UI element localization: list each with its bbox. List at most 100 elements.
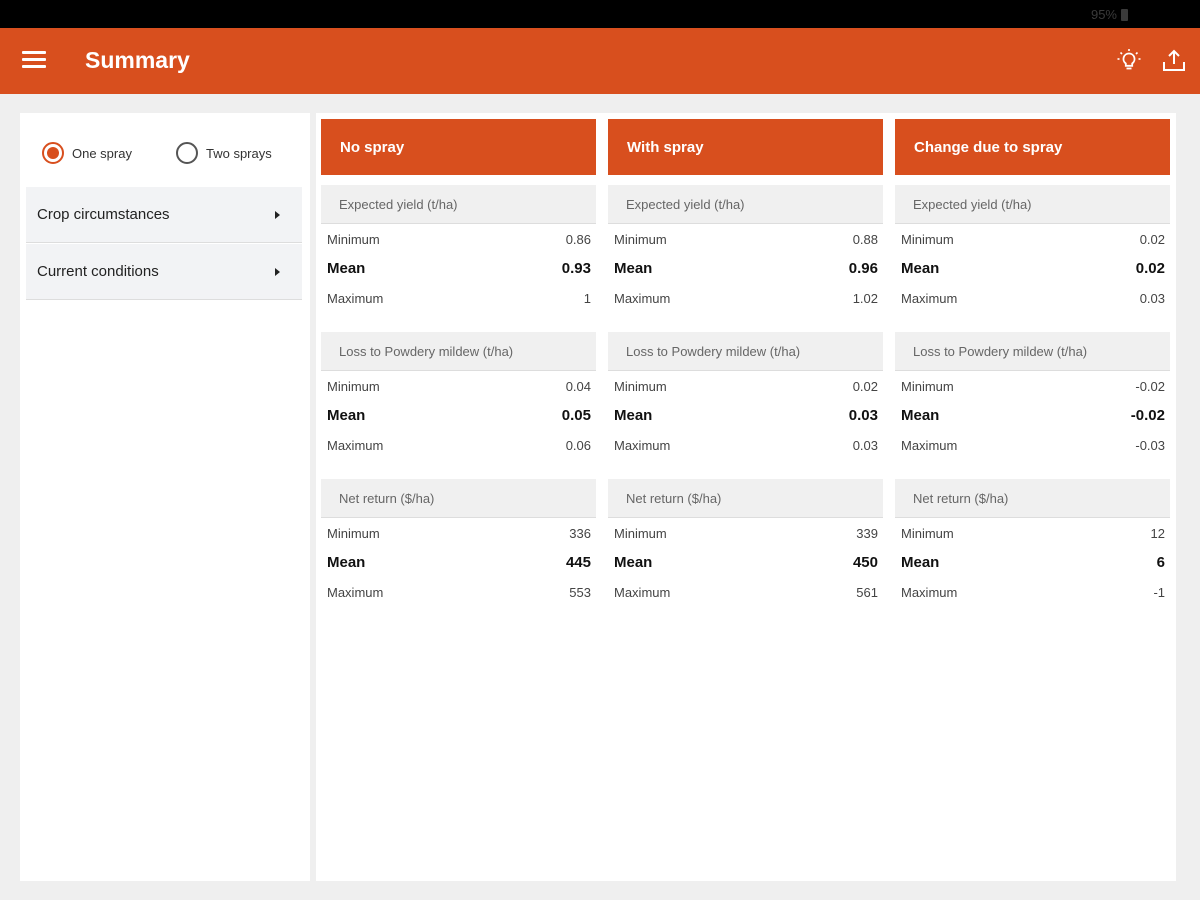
- one-spray-label: One spray: [72, 145, 132, 161]
- minimum-value: 339: [856, 525, 878, 541]
- maximum-label: Maximum: [327, 584, 384, 600]
- minimum-row: Minimum 0.88: [608, 224, 883, 254]
- mean-row: Mean 445: [321, 548, 596, 577]
- current-conditions-label: Current conditions: [37, 263, 159, 280]
- minimum-label: Minimum: [327, 231, 380, 247]
- maximum-row: Maximum 0.03: [608, 430, 883, 460]
- summary-panel: No spray Expected yield (t/ha) Minimum 0.…: [316, 113, 1176, 881]
- chevron-right-icon: [275, 210, 280, 219]
- chevron-right-icon: [275, 267, 280, 276]
- mean-value: 0.02: [1135, 260, 1165, 277]
- minimum-label: Minimum: [614, 231, 667, 247]
- maximum-value: -1: [1153, 584, 1165, 600]
- minimum-value: 0.04: [565, 378, 591, 394]
- mean-label: Mean: [327, 554, 366, 571]
- maximum-value: 0.03: [852, 437, 878, 453]
- expected-yield-section: Expected yield (t/ha) Minimum 0.86 Mean 0.…: [321, 185, 596, 313]
- maximum-row: Maximum 1.02: [608, 283, 883, 313]
- mean-row: Mean 0.02: [895, 254, 1170, 283]
- maximum-label: Maximum: [614, 290, 671, 306]
- minimum-label: Minimum: [327, 525, 380, 541]
- section-title: Net return ($/ha): [895, 479, 1170, 518]
- no-spray-column: No spray Expected yield (t/ha) Minimum 0.…: [321, 119, 596, 607]
- minimum-label: Minimum: [614, 525, 667, 541]
- one-spray-radio[interactable]: One spray: [42, 142, 132, 164]
- mean-value: 0.96: [848, 260, 878, 277]
- current-conditions-item[interactable]: Current conditions: [26, 244, 302, 300]
- maximum-value: 1: [583, 290, 591, 306]
- minimum-row: Minimum 0.04: [321, 371, 596, 401]
- minimum-value: 0.02: [852, 378, 878, 394]
- mean-label: Mean: [327, 260, 366, 277]
- mean-label: Mean: [614, 554, 653, 571]
- minimum-row: Minimum 339: [608, 518, 883, 548]
- mean-row: Mean -0.02: [895, 401, 1170, 430]
- minimum-value: 0.88: [852, 231, 878, 247]
- mean-label: Mean: [901, 260, 940, 277]
- mean-value: -0.02: [1130, 407, 1165, 424]
- spray-option-group: One spray Two sprays: [20, 113, 310, 193]
- maximum-row: Maximum 1: [321, 283, 596, 313]
- maximum-value: 553: [569, 584, 591, 600]
- section-title: Net return ($/ha): [608, 479, 883, 518]
- maximum-label: Maximum: [614, 584, 671, 600]
- crop-circumstances-item[interactable]: Crop circumstances: [26, 187, 302, 243]
- app-bar: Summary: [0, 28, 1200, 94]
- minimum-value: 336: [569, 525, 591, 541]
- mean-row: Mean 0.96: [608, 254, 883, 283]
- minimum-row: Minimum -0.02: [895, 371, 1170, 401]
- maximum-row: Maximum 561: [608, 577, 883, 607]
- settings-menu: Crop circumstances Current conditions: [26, 187, 302, 301]
- maximum-row: Maximum -1: [895, 577, 1170, 607]
- expected-yield-section: Expected yield (t/ha) Minimum 0.02 Mean 0.…: [895, 185, 1170, 313]
- maximum-label: Maximum: [901, 437, 958, 453]
- maximum-row: Maximum 553: [321, 577, 596, 607]
- powdery-mildew-loss-section: Loss to Powdery mildew (t/ha) Minimum -0.…: [895, 332, 1170, 460]
- lightbulb-icon[interactable]: [1116, 48, 1142, 74]
- minimum-value: -0.02: [1135, 378, 1165, 394]
- expected-yield-section: Expected yield (t/ha) Minimum 0.88 Mean 0.…: [608, 185, 883, 313]
- maximum-value: 561: [856, 584, 878, 600]
- mean-value: 0.03: [848, 407, 878, 424]
- hamburger-menu-icon[interactable]: [22, 51, 46, 71]
- mean-row: Mean 0.05: [321, 401, 596, 430]
- mean-label: Mean: [901, 554, 940, 571]
- mean-value: 0.93: [561, 260, 591, 277]
- battery-icon: [1121, 8, 1128, 21]
- maximum-label: Maximum: [327, 437, 384, 453]
- powdery-mildew-loss-section: Loss to Powdery mildew (t/ha) Minimum 0.0…: [321, 332, 596, 460]
- mean-row: Mean 450: [608, 548, 883, 577]
- minimum-row: Minimum 0.02: [895, 224, 1170, 254]
- share-upload-icon[interactable]: [1161, 48, 1187, 74]
- mean-row: Mean 6: [895, 548, 1170, 577]
- mean-label: Mean: [614, 407, 653, 424]
- minimum-label: Minimum: [614, 378, 667, 394]
- two-sprays-radio[interactable]: Two sprays: [175, 142, 272, 164]
- powdery-mildew-loss-section: Loss to Powdery mildew (t/ha) Minimum 0.0…: [608, 332, 883, 460]
- minimum-label: Minimum: [901, 525, 954, 541]
- maximum-value: 1.02: [852, 290, 878, 306]
- section-title: Loss to Powdery mildew (t/ha): [321, 332, 596, 371]
- net-return-section: Net return ($/ha) Minimum 339 Mean 450 Max…: [608, 479, 883, 607]
- maximum-label: Maximum: [901, 584, 958, 600]
- section-title: Expected yield (t/ha): [895, 185, 1170, 224]
- radio-checked-icon: [42, 142, 64, 164]
- maximum-label: Maximum: [901, 290, 958, 306]
- section-title: Expected yield (t/ha): [321, 185, 596, 224]
- section-title: Loss to Powdery mildew (t/ha): [895, 332, 1170, 371]
- mean-row: Mean 0.03: [608, 401, 883, 430]
- minimum-row: Minimum 12: [895, 518, 1170, 548]
- page-title: Summary: [85, 47, 190, 73]
- maximum-value: 0.03: [1139, 290, 1165, 306]
- net-return-section: Net return ($/ha) Minimum 12 Mean 6 Maximu…: [895, 479, 1170, 607]
- maximum-row: Maximum 0.06: [321, 430, 596, 460]
- mean-value: 450: [852, 554, 878, 571]
- section-title: Net return ($/ha): [321, 479, 596, 518]
- mean-label: Mean: [614, 260, 653, 277]
- minimum-value: 12: [1150, 525, 1165, 541]
- maximum-label: Maximum: [327, 290, 384, 306]
- minimum-row: Minimum 336: [321, 518, 596, 548]
- mean-label: Mean: [327, 407, 366, 424]
- mean-row: Mean 0.93: [321, 254, 596, 283]
- minimum-label: Minimum: [901, 231, 954, 247]
